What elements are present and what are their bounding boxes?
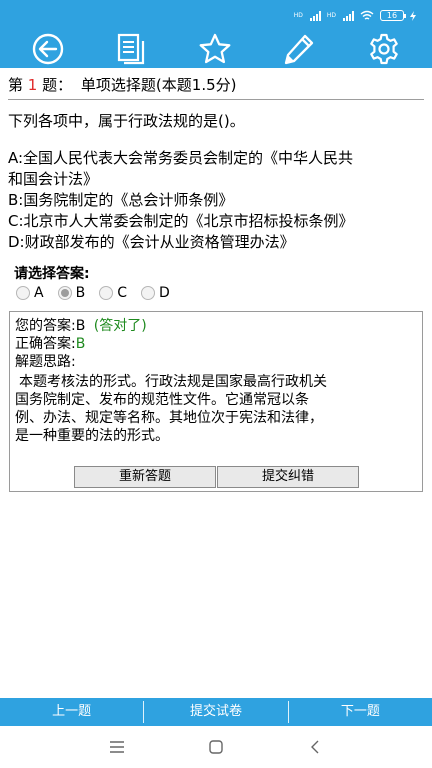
explanation-label: 解题思路: <box>15 354 76 370</box>
menu-button[interactable] <box>107 737 127 757</box>
redo-button[interactable]: 重新答题 <box>74 466 216 488</box>
home-icon <box>209 740 223 754</box>
radio-button[interactable] <box>16 286 30 300</box>
bottom-action-bar: 上一题 提交试卷 下一题 <box>0 698 432 726</box>
correct-answer-value: B <box>75 336 86 352</box>
question-text: 下列各项中，属于行政法规的是()。 <box>8 112 245 130</box>
answer-radio-group: A B C D <box>16 285 184 301</box>
radio-button[interactable] <box>140 286 155 300</box>
back-nav-button[interactable] <box>305 737 325 757</box>
radio-button-selected[interactable] <box>57 286 72 300</box>
signal-icon <box>309 10 321 21</box>
system-nav-bar <box>0 726 432 768</box>
answer-status: (答对了) <box>93 318 147 334</box>
your-answer: 您的答案:B <box>15 318 86 334</box>
submit-paper-button[interactable]: 提交试卷 <box>144 698 287 726</box>
radio-button[interactable] <box>99 286 114 300</box>
signal2-label: HD <box>326 12 336 19</box>
answer-prompt: 请选择答案: <box>14 266 90 282</box>
explanation-line: 本题考核法的形式。行政法规是国家最高行政机关 <box>19 374 327 390</box>
question-number: 1 <box>27 76 38 94</box>
question-type: 单项选择题(本题1.5分) <box>80 76 237 94</box>
radio-c[interactable]: C <box>99 285 127 301</box>
report-error-button[interactable]: 提交纠错 <box>217 466 359 488</box>
battery-icon: 16 <box>380 10 406 21</box>
explanation-line: 例、办法、规定等名称。其地位次于宪法和法律， <box>15 410 323 426</box>
gear-icon <box>370 33 398 65</box>
prev-question-button[interactable]: 上一题 <box>0 698 143 726</box>
next-question-button[interactable]: 下一题 <box>289 698 432 726</box>
status-icons: HD HD 16 <box>294 10 416 21</box>
radio-a[interactable]: A <box>16 285 44 301</box>
home-button[interactable] <box>206 737 226 757</box>
radio-label: C <box>117 285 127 301</box>
radio-d[interactable]: D <box>140 285 170 301</box>
explanation-line: 是一种重要的法的形式。 <box>15 428 169 444</box>
back-nav-icon <box>311 740 319 754</box>
wifi-icon <box>360 10 374 20</box>
option-a-line2: 和国会计法》 <box>8 170 99 188</box>
radio-label: B <box>75 285 86 301</box>
settings-button[interactable] <box>366 32 402 66</box>
signal-icon <box>343 10 354 21</box>
option-c: C:北京市人大常委会制定的《北京市招标投标条例》 <box>8 212 354 230</box>
signal1-label: HD <box>293 12 303 19</box>
edit-button[interactable] <box>281 32 317 66</box>
correct-answer-label: 正确答案: <box>15 336 76 352</box>
radio-label: D <box>158 285 170 301</box>
radio-label: A <box>34 285 44 301</box>
toolbar <box>0 30 432 68</box>
pencil-icon <box>284 34 314 65</box>
charging-icon <box>410 10 416 21</box>
question-prefix: 第 <box>8 76 24 94</box>
correct-answer-line: 正确答案:B <box>15 335 85 353</box>
status-bar: HD HD 16 <box>0 0 432 30</box>
question-suffix: 题： <box>42 76 73 94</box>
favorite-button[interactable] <box>197 32 233 66</box>
option-d: D:财政部发布的《会计从业资格管理办法》 <box>8 233 295 251</box>
back-button[interactable] <box>30 32 66 66</box>
options-list: A:全国人民代表大会常务委员会制定的《中华人民共 和国会计法》 B:国务院制定的… <box>8 148 424 253</box>
notes-button[interactable] <box>113 32 149 66</box>
notes-icon <box>117 33 145 65</box>
radio-b[interactable]: B <box>57 285 86 301</box>
question-title: 第 1 题： 单项选择题(本题1.5分) <box>8 74 424 100</box>
back-icon <box>32 33 64 65</box>
option-a-line1: A:全国人民代表大会常务委员会制定的《中华人民共 <box>8 149 354 167</box>
option-b: B:国务院制定的《总会计师条例》 <box>8 191 234 209</box>
star-icon <box>199 33 231 64</box>
your-answer-line: 您的答案:B (答对了) <box>15 317 147 335</box>
result-panel: 您的答案:B (答对了) 正确答案:B 解题思路: 本题考核法的形式。行政法规是… <box>9 311 423 492</box>
explanation-line: 国务院制定、发布的规范性文件。它通常冠以条 <box>15 392 309 408</box>
menu-icon <box>110 741 124 753</box>
